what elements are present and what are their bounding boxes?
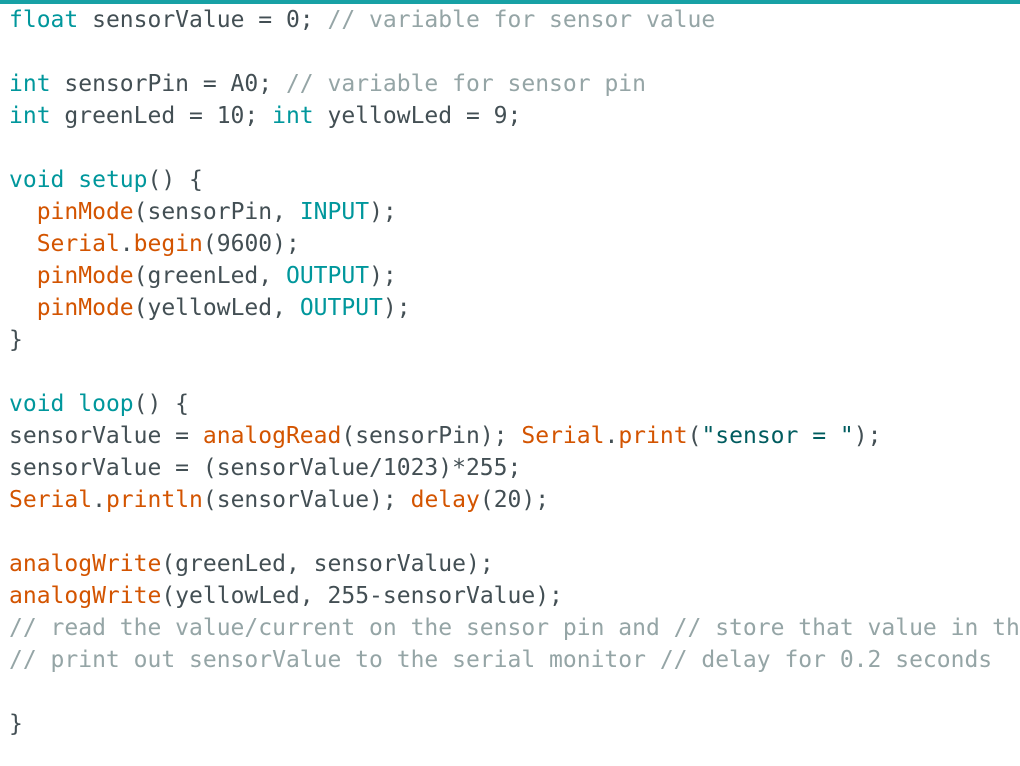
code-line[interactable]: sensorValue = (sensorValue/1023)*255; — [9, 452, 521, 484]
code-token-keyword: int — [9, 103, 51, 129]
code-line[interactable]: // read the value/current on the sensor … — [9, 612, 1020, 644]
code-line[interactable]: pinMode(sensorPin, INPUT); — [9, 196, 397, 228]
code-line[interactable]: pinMode(yellowLed, OUTPUT); — [9, 292, 411, 324]
code-token-function: analogRead — [202, 423, 342, 449]
code-token-default: (sensorValue); — [202, 487, 411, 513]
code-token-default: ); — [853, 423, 882, 449]
code-token-comment: // read the value/current on the sensor … — [9, 615, 1020, 641]
code-token-comment: // print out sensorValue to the serial m… — [9, 647, 993, 673]
code-token-function: pinMode — [36, 263, 134, 289]
code-line[interactable]: pinMode(greenLed, OUTPUT); — [9, 260, 397, 292]
code-token-default: () { — [133, 391, 190, 417]
code-token-default: sensorValue = 0; — [78, 7, 328, 33]
code-token-default: ); — [382, 295, 411, 321]
code-token-default: yellowLed = 9; — [313, 103, 522, 129]
code-token-function: delay — [410, 487, 480, 513]
code-token-default: } — [9, 327, 23, 353]
code-token-default: () { — [147, 167, 203, 193]
code-token-default: greenLed = 10; — [50, 103, 273, 129]
code-token-default — [9, 231, 37, 257]
code-line[interactable]: // print out sensorValue to the serial m… — [9, 644, 992, 676]
code-token-default: ( — [687, 423, 702, 449]
code-line[interactable]: void setup() { — [9, 164, 203, 196]
code-line[interactable]: sensorValue = analogRead(sensorPin); Ser… — [9, 420, 881, 452]
code-token-default: (sensorPin, — [133, 199, 300, 225]
code-token-string: "sensor = " — [701, 423, 854, 449]
code-token-keyword: int — [9, 71, 51, 97]
code-token-keyword: OUTPUT — [299, 295, 383, 321]
code-token-default — [9, 263, 37, 289]
code-line[interactable]: float sensorValue = 0; // variable for s… — [9, 4, 715, 36]
code-token-default — [9, 199, 37, 225]
code-token-default: sensorPin = A0; — [50, 71, 286, 97]
code-token-default: (sensorPin); — [341, 423, 522, 449]
code-token-comment: // variable for sensor pin — [285, 71, 646, 97]
code-token-default: (greenLed, sensorValue); — [161, 551, 494, 577]
code-token-default: ); — [369, 263, 397, 289]
code-token-default: (yellowLed, 255-sensorValue); — [161, 583, 563, 609]
code-token-function: pinMode — [36, 295, 134, 321]
code-token-function: pinMode — [36, 199, 134, 225]
code-token-function: analogWrite — [9, 551, 162, 577]
code-token-function: begin — [133, 231, 203, 257]
code-token-default: sensorValue = — [9, 423, 203, 449]
code-token-keyword: INPUT — [299, 199, 370, 225]
code-line[interactable]: } — [9, 324, 23, 356]
code-token-default: . — [92, 487, 106, 513]
code-token-default: (yellowLed, — [133, 295, 300, 321]
code-token-keyword: loop — [78, 391, 134, 417]
code-line[interactable]: analogWrite(yellowLed, 255-sensorValue); — [9, 580, 563, 612]
code-line[interactable]: analogWrite(greenLed, sensorValue); — [9, 548, 494, 580]
code-editor[interactable]: float sensorValue = 0; // variable for s… — [0, 4, 1020, 766]
code-token-default: ); — [369, 199, 397, 225]
code-token-keyword: void — [9, 391, 65, 417]
code-line[interactable]: void loop() { — [9, 388, 189, 420]
code-token-function: println — [105, 487, 203, 513]
code-token-default — [64, 391, 78, 417]
code-token-default: } — [9, 711, 23, 737]
code-token-default: . — [604, 423, 619, 449]
code-token-function: analogWrite — [9, 583, 162, 609]
code-token-function: Serial — [521, 423, 605, 449]
code-token-keyword: OUTPUT — [285, 263, 370, 289]
code-token-default: (greenLed, — [133, 263, 286, 289]
code-token-default — [9, 295, 37, 321]
code-line[interactable]: int greenLed = 10; int yellowLed = 9; — [9, 100, 521, 132]
code-token-keyword: float — [9, 7, 79, 33]
code-token-keyword: int — [272, 103, 314, 129]
code-token-default: . — [119, 231, 134, 257]
code-token-default: (9600); — [202, 231, 300, 257]
code-token-function: print — [618, 423, 688, 449]
code-line[interactable]: Serial.println(sensorValue); delay(20); — [9, 484, 549, 516]
code-line[interactable]: } — [9, 708, 23, 740]
code-token-default — [64, 167, 78, 193]
code-token-function: Serial — [36, 231, 120, 257]
code-token-function: Serial — [9, 487, 93, 513]
code-token-keyword: void — [9, 167, 65, 193]
code-token-default: sensorValue = (sensorValue/1023)*255; — [9, 455, 522, 481]
code-token-default: (20); — [479, 487, 550, 513]
code-token-keyword: setup — [78, 167, 148, 193]
code-line[interactable]: int sensorPin = A0; // variable for sens… — [9, 68, 646, 100]
code-line[interactable]: Serial.begin(9600); — [9, 228, 300, 260]
code-token-comment: // variable for sensor value — [327, 7, 716, 33]
